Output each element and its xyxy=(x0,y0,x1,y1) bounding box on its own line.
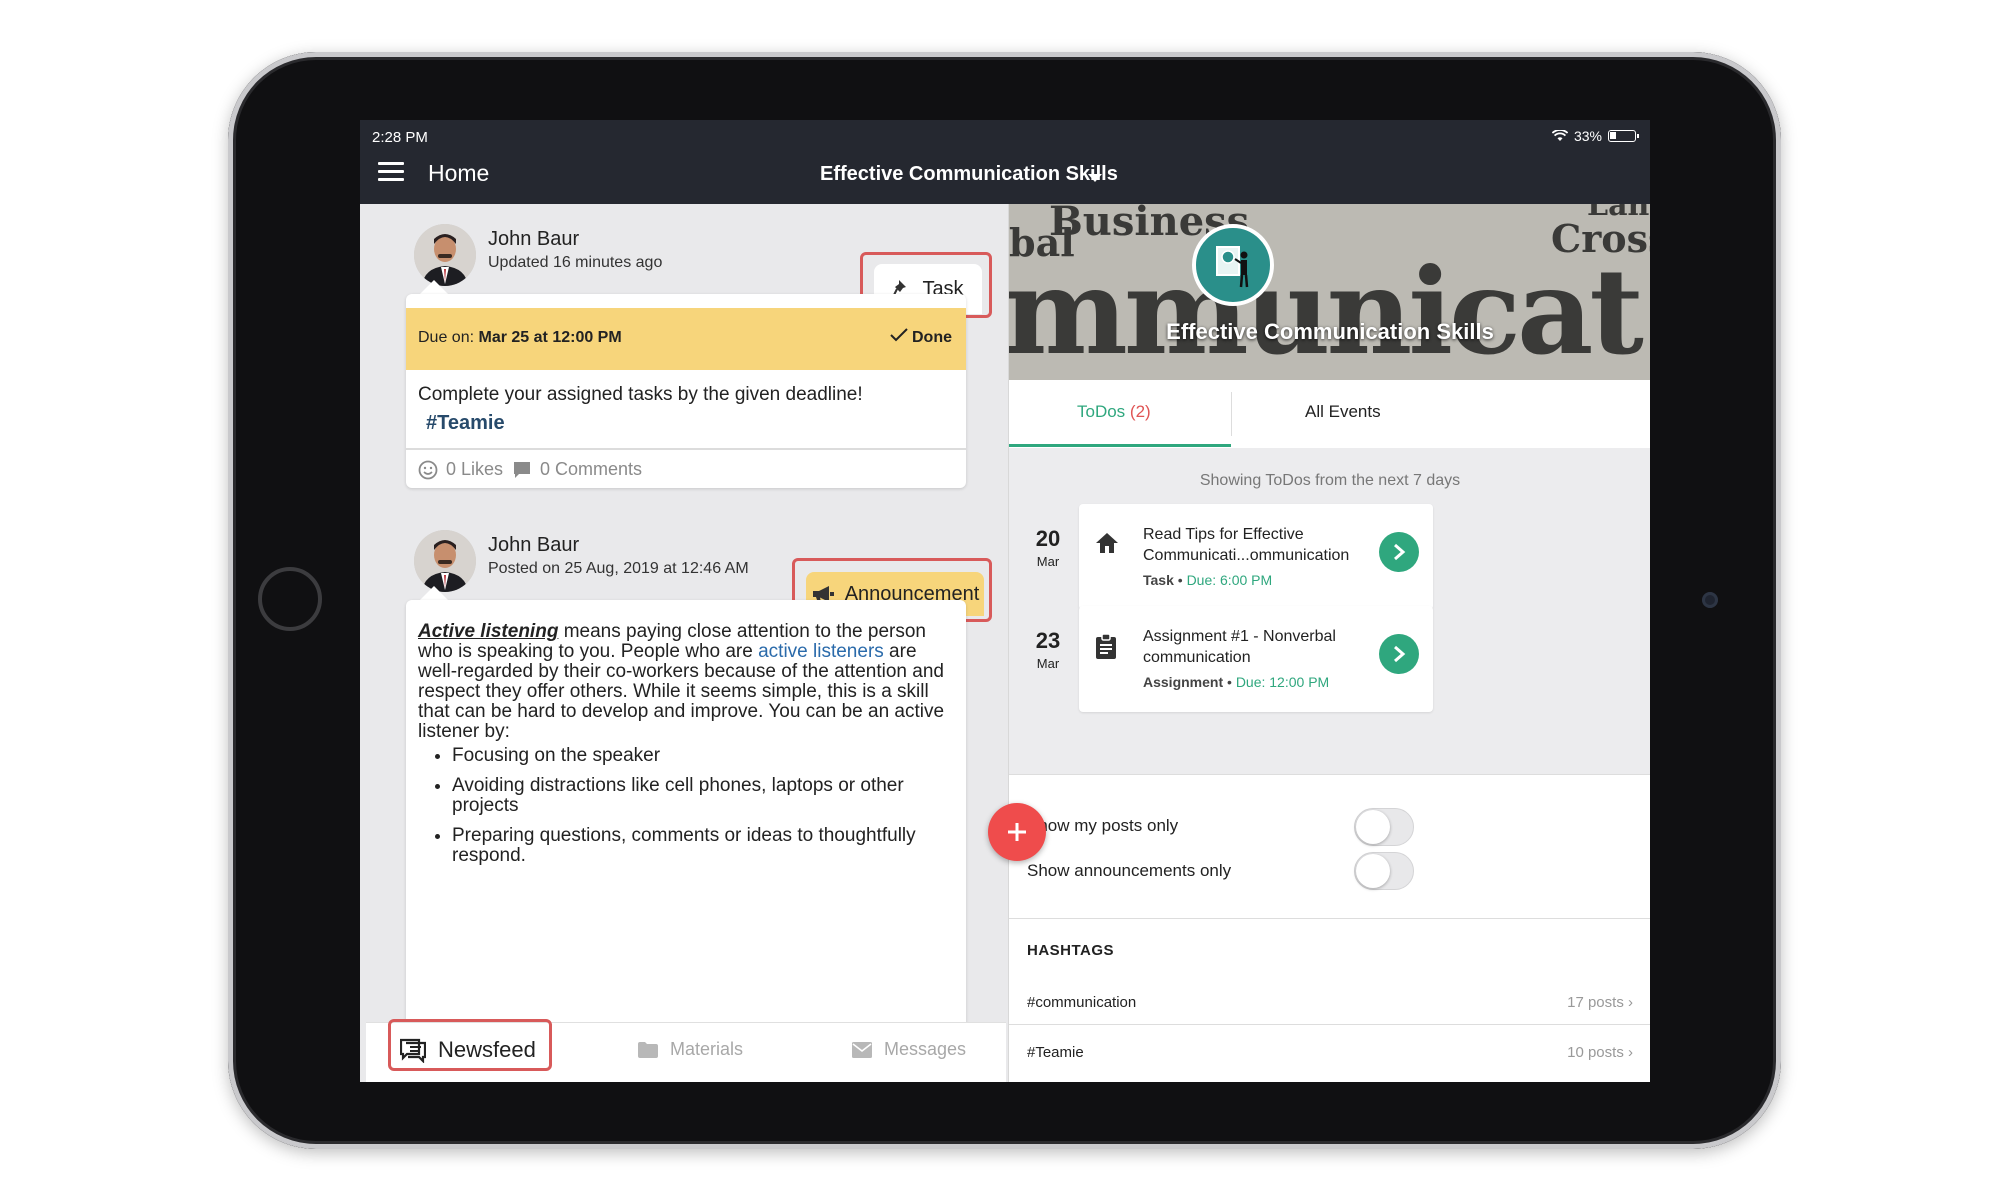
likes-button[interactable]: 0 Likes xyxy=(418,459,503,480)
clipboard-icon xyxy=(1095,633,1117,665)
top-bar: 2:28 PM 33% Home Effective Communication… xyxy=(360,120,1650,204)
battery-percent: 33% xyxy=(1573,128,1602,144)
battery-icon xyxy=(1608,130,1639,142)
announcement-post-card: Active listening means paying close atte… xyxy=(406,600,966,1022)
due-date: Due on: Mar 25 at 12:00 PM xyxy=(418,329,622,346)
status-indicators: 33% xyxy=(1551,128,1639,144)
todo-date: 20 Mar xyxy=(1035,526,1061,569)
todo-meta: Assignment • Due: 12:00 PM xyxy=(1143,674,1330,690)
avatar[interactable] xyxy=(414,530,476,592)
my-posts-toggle[interactable] xyxy=(1354,808,1414,846)
list-item: Focusing on the speaker xyxy=(452,746,958,766)
page-title: Home xyxy=(428,160,490,186)
todo-title: Read Tips for Effective Communicati...om… xyxy=(1143,526,1350,564)
hashtag-row[interactable]: #communication 17 posts › xyxy=(1027,994,1633,1011)
list-item: Avoiding distractions like cell phones, … xyxy=(452,776,958,816)
banner-course-title: Effective Communication Skills xyxy=(1166,319,1494,344)
hashtag-name: #Teamie xyxy=(1027,1044,1084,1061)
chevron-down-icon[interactable] xyxy=(1088,174,1102,182)
todo-title: Assignment #1 - Nonverbal communication xyxy=(1143,628,1336,666)
home-icon xyxy=(1095,532,1119,559)
chevron-right-icon[interactable] xyxy=(1379,634,1419,674)
banner-word: Langu xyxy=(1587,204,1650,223)
sidebar-tabs: ToDos (2) All Events xyxy=(1009,380,1650,449)
course-logo-icon xyxy=(1192,224,1274,306)
todo-meta: Task • Due: 6:00 PM xyxy=(1143,572,1273,588)
hashtag-count: 10 posts › xyxy=(1567,1044,1633,1061)
hashtag-row[interactable]: #Teamie 10 posts › xyxy=(1027,1044,1633,1061)
post-body: Active listening means paying close atte… xyxy=(418,622,958,876)
card-notch xyxy=(420,586,448,600)
check-icon xyxy=(889,328,908,342)
announcements-toggle[interactable] xyxy=(1354,852,1414,890)
front-camera xyxy=(1702,592,1718,608)
app-screen: 2:28 PM 33% Home Effective Communication… xyxy=(360,120,1650,1082)
newsfeed: John Baur Updated 16 minutes ago Task Du… xyxy=(366,204,1006,1022)
toggle-label-my-posts: Show my posts only xyxy=(1027,816,1179,835)
hashtag-count: 17 posts › xyxy=(1567,994,1633,1011)
section-divider xyxy=(1009,1024,1650,1025)
tab-todos[interactable]: ToDos (2) xyxy=(1077,402,1151,422)
add-post-button[interactable] xyxy=(988,803,1046,861)
course-selector[interactable]: Effective Communication Skills xyxy=(820,163,1118,186)
list-item: Preparing questions, comments or ideas t… xyxy=(452,826,958,866)
todo-date: 23 Mar xyxy=(1035,628,1061,671)
todos-count: (2) xyxy=(1129,402,1151,421)
task-post-card: Due on: Mar 25 at 12:00 PM Done Complete… xyxy=(406,294,966,488)
post-author[interactable]: John Baur xyxy=(488,534,579,557)
card-notch xyxy=(420,280,448,294)
course-sidebar: Business bal Cross Langu mmunicat Effect… xyxy=(1008,204,1650,1082)
post-body: Complete your assigned tasks by the give… xyxy=(418,384,863,405)
bottom-nav: Newsfeed Materials Messages xyxy=(366,1019,1006,1082)
section-divider xyxy=(1009,918,1650,919)
mail-icon xyxy=(852,1041,872,1058)
tablet-frame: 2:28 PM 33% Home Effective Communication… xyxy=(228,52,1781,1149)
menu-icon[interactable] xyxy=(378,162,404,182)
todo-item[interactable]: Assignment #1 - Nonverbal communication … xyxy=(1079,606,1433,712)
done-button[interactable]: Done xyxy=(889,328,952,347)
home-hardware-button[interactable] xyxy=(258,567,322,631)
post-timestamp: Posted on 25 Aug, 2019 at 12:46 AM xyxy=(488,560,749,577)
active-tab-indicator xyxy=(1009,444,1231,447)
wifi-icon xyxy=(1551,130,1568,141)
post-author[interactable]: John Baur xyxy=(488,228,579,251)
status-time: 2:28 PM xyxy=(372,129,428,146)
hashtags-heading: HASHTAGS xyxy=(1027,942,1115,959)
avatar[interactable] xyxy=(414,224,476,286)
post-link[interactable]: active listeners xyxy=(758,641,884,662)
toggle-knob xyxy=(1356,854,1390,888)
card-divider xyxy=(406,448,966,450)
post-hashtag[interactable]: #Teamie xyxy=(426,412,505,435)
todo-list: Showing ToDos from the next 7 days 20 Ma… xyxy=(1009,448,1650,775)
course-banner: Business bal Cross Langu mmunicat Effect… xyxy=(1009,204,1650,380)
chevron-right-icon[interactable] xyxy=(1379,532,1419,572)
due-bar: Due on: Mar 25 at 12:00 PM Done xyxy=(406,308,966,370)
post-timestamp: Updated 16 minutes ago xyxy=(488,254,663,271)
nav-messages[interactable]: Messages xyxy=(852,1039,966,1060)
newsfeed-highlight xyxy=(388,1019,552,1071)
smiley-icon xyxy=(418,460,438,479)
tab-all-events[interactable]: All Events xyxy=(1305,402,1381,422)
toggle-knob xyxy=(1356,810,1390,844)
folder-icon xyxy=(638,1041,658,1058)
todos-caption: Showing ToDos from the next 7 days xyxy=(1199,472,1461,489)
nav-materials[interactable]: Materials xyxy=(638,1039,743,1060)
plus-icon xyxy=(1008,823,1026,841)
toggle-label-announcements: Show announcements only xyxy=(1027,861,1232,880)
bullet-list: Focusing on the speaker Avoiding distrac… xyxy=(418,746,958,866)
todo-item[interactable]: Read Tips for Effective Communicati...om… xyxy=(1079,504,1433,610)
comment-icon xyxy=(514,461,530,478)
banner-word: mmunicat xyxy=(1009,242,1644,380)
hashtag-name: #communication xyxy=(1027,994,1137,1011)
tab-separator xyxy=(1231,392,1232,436)
comments-button[interactable]: 0 Comments xyxy=(512,459,642,480)
